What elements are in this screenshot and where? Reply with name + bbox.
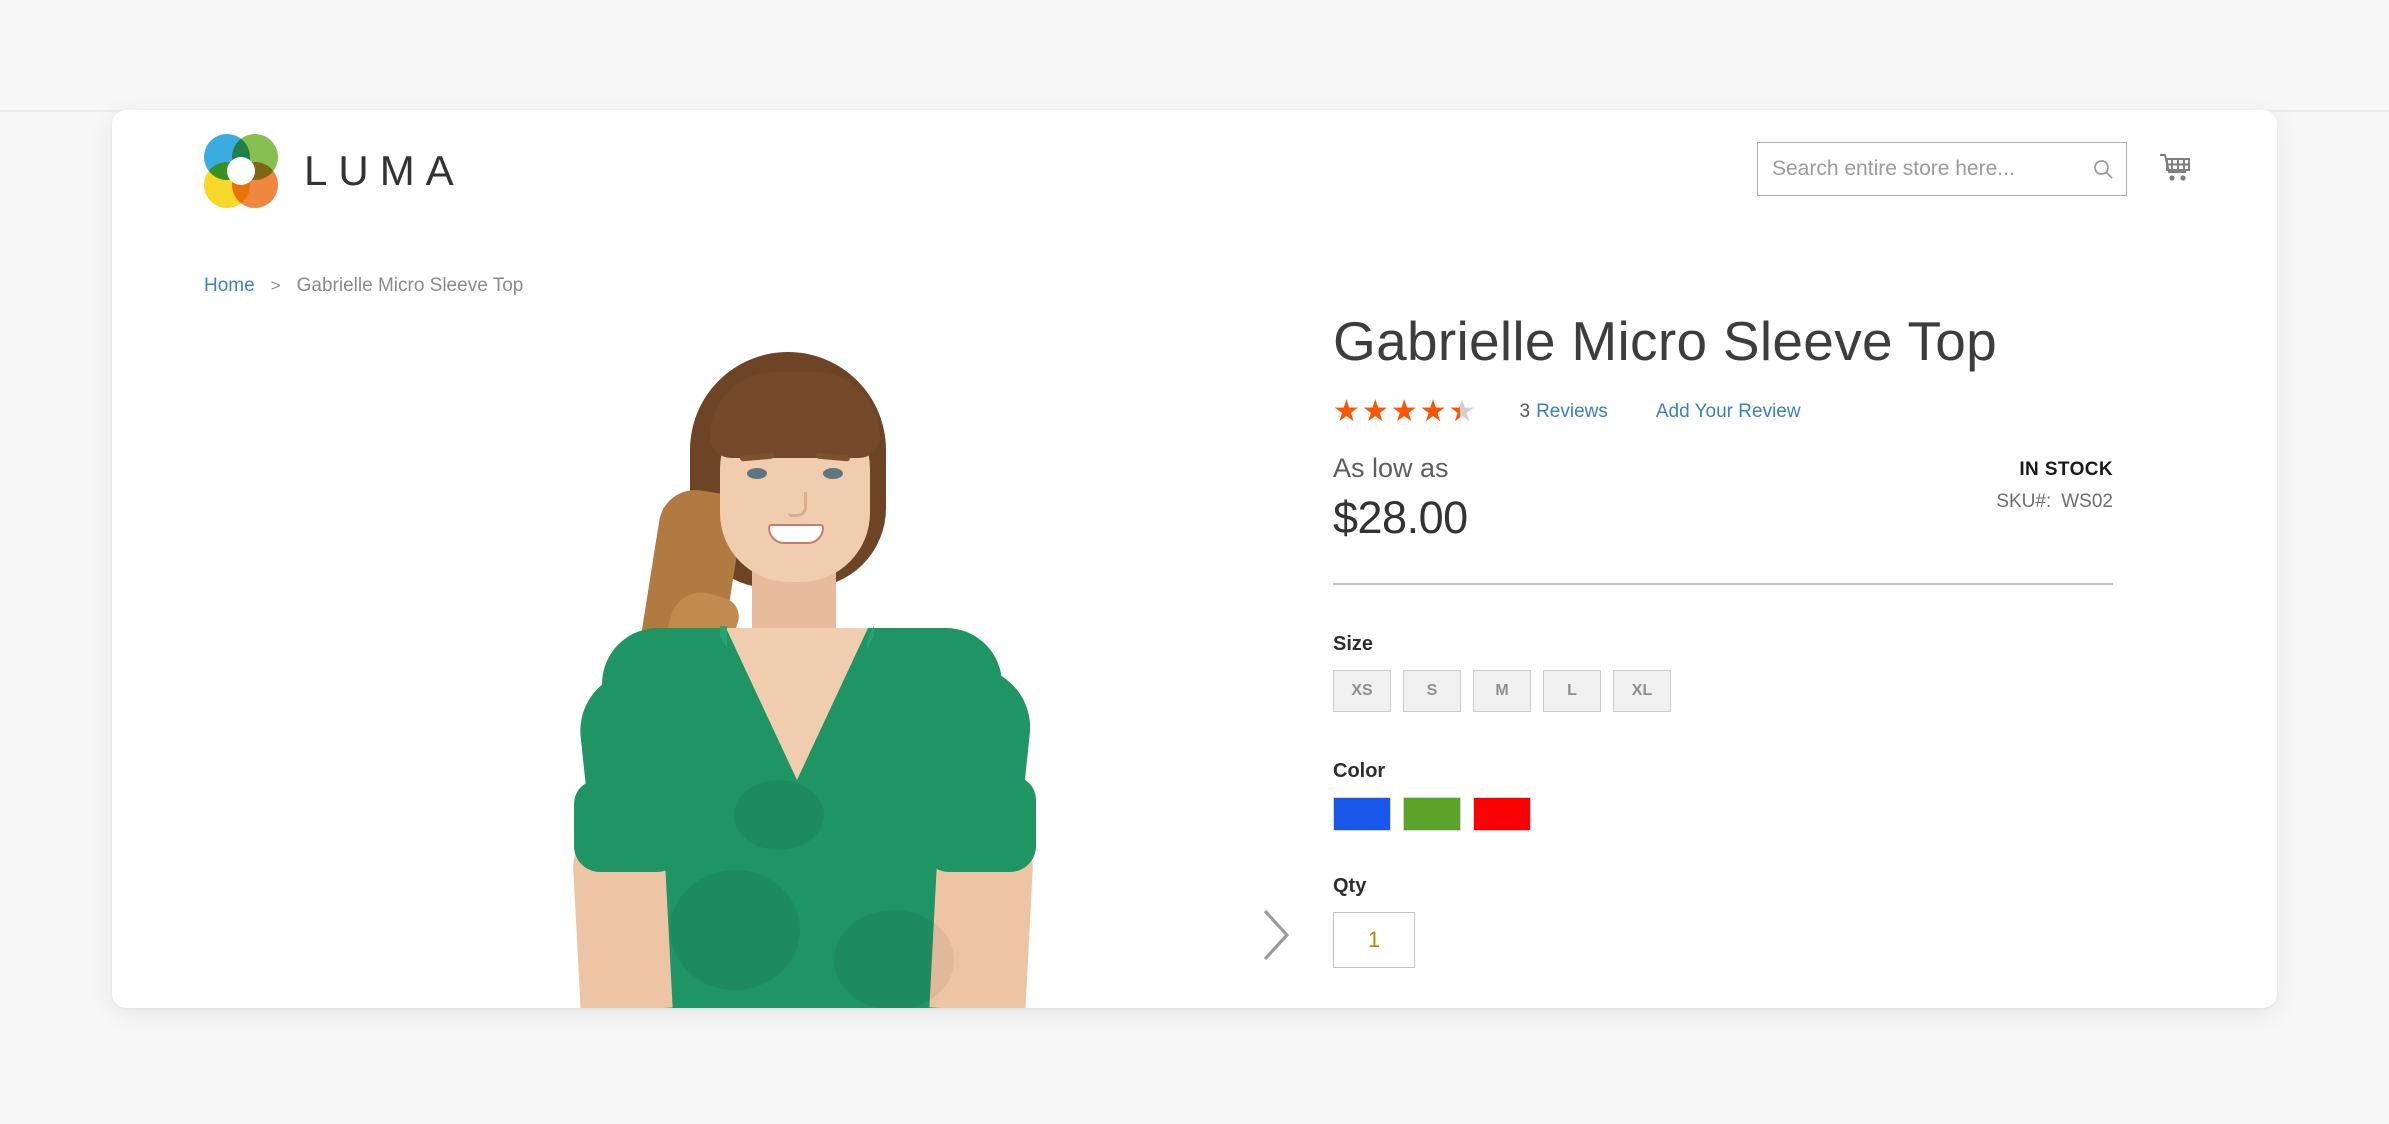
breadcrumb-home[interactable]: Home <box>204 275 255 297</box>
review-count-value: 3 <box>1519 401 1531 423</box>
color-swatch-red[interactable] <box>1473 797 1531 832</box>
color-swatch-blue[interactable] <box>1333 797 1391 832</box>
model-mouth <box>768 524 824 544</box>
model-nose <box>788 492 807 517</box>
luma-logo-icon <box>204 134 278 208</box>
stars-filled: ★★★★★ <box>1333 397 1460 428</box>
status-badge: IN STOCK <box>2019 459 2113 481</box>
breadcrumb-current: Gabrielle Micro Sleeve Top <box>296 275 524 296</box>
quantity-stepper[interactable] <box>1333 912 1415 969</box>
reviews-link[interactable]: 3 Reviews <box>1519 401 1607 423</box>
star-rating[interactable]: ★★★★★ ★★★★★ <box>1333 397 1477 427</box>
breadcrumb-separator-icon: > <box>270 276 281 295</box>
color-label: Color <box>1333 760 1386 783</box>
review-count-label: Reviews <box>1536 401 1608 423</box>
shirt-sleeve-right <box>920 776 1036 872</box>
price-row: As low as $28.00 IN STOCK SKU#: WS02 <box>1333 453 2113 557</box>
size-swatch-l[interactable]: L <box>1543 670 1601 713</box>
product-image[interactable] <box>434 310 1134 1008</box>
add-review-link[interactable]: Add Your Review <box>1656 401 1801 423</box>
search-icon[interactable] <box>2080 143 2126 195</box>
size-swatch-xs[interactable]: XS <box>1333 670 1391 713</box>
size-swatch-xl[interactable]: XL <box>1613 670 1671 713</box>
model-eye-right <box>823 468 843 479</box>
product-gallery <box>204 310 1354 1008</box>
search-input[interactable] <box>1758 157 2080 181</box>
brand-name: LUMA <box>304 147 465 194</box>
page-root: LUMA Search entire store here... Home > … <box>0 0 2389 1124</box>
info-divider <box>1333 583 2113 586</box>
qty-label: Qty <box>1333 875 1367 898</box>
model-hair-top <box>710 372 880 458</box>
shirt-sleeve-left <box>574 780 686 872</box>
size-swatch-m[interactable]: M <box>1473 670 1531 713</box>
page-title: Gabrielle Micro Sleeve Top <box>1333 310 1998 372</box>
site-header: LUMA <box>112 110 2277 230</box>
chevron-right-icon[interactable] <box>1240 900 1310 970</box>
sku-value: WS02 <box>2061 491 2113 513</box>
shirt-fold-2 <box>834 910 954 1008</box>
breadcrumb: Home > Gabrielle Micro Sleeve Top <box>204 275 523 297</box>
model-eye-left <box>747 468 767 479</box>
size-swatch-s[interactable]: S <box>1403 670 1461 713</box>
sku-label: SKU#: <box>1996 491 2052 513</box>
size-label: Size <box>1333 633 1374 656</box>
size-options: XS S M L XL <box>1333 670 2113 713</box>
logo-center-hole <box>227 157 255 185</box>
product-info: Gabrielle Micro Sleeve Top ★★★★★ ★★★★★ 3… <box>1333 310 2113 969</box>
shirt-fold-1 <box>670 870 800 990</box>
sku-row: SKU#: WS02 <box>1996 491 2113 513</box>
stock-block: IN STOCK SKU#: WS02 <box>1996 459 2113 513</box>
brand-logo[interactable]: LUMA <box>204 134 465 208</box>
shirt-fold-3 <box>734 780 824 850</box>
rating-row: ★★★★★ ★★★★★ 3Reviews Add Your Review <box>1333 397 2113 427</box>
store-card: LUMA Search entire store here... Home > … <box>112 110 2277 1008</box>
cart-icon[interactable] <box>2151 144 2199 192</box>
color-swatch-green[interactable] <box>1403 797 1461 832</box>
color-options <box>1333 797 2113 832</box>
search-bar[interactable] <box>1757 142 2127 196</box>
